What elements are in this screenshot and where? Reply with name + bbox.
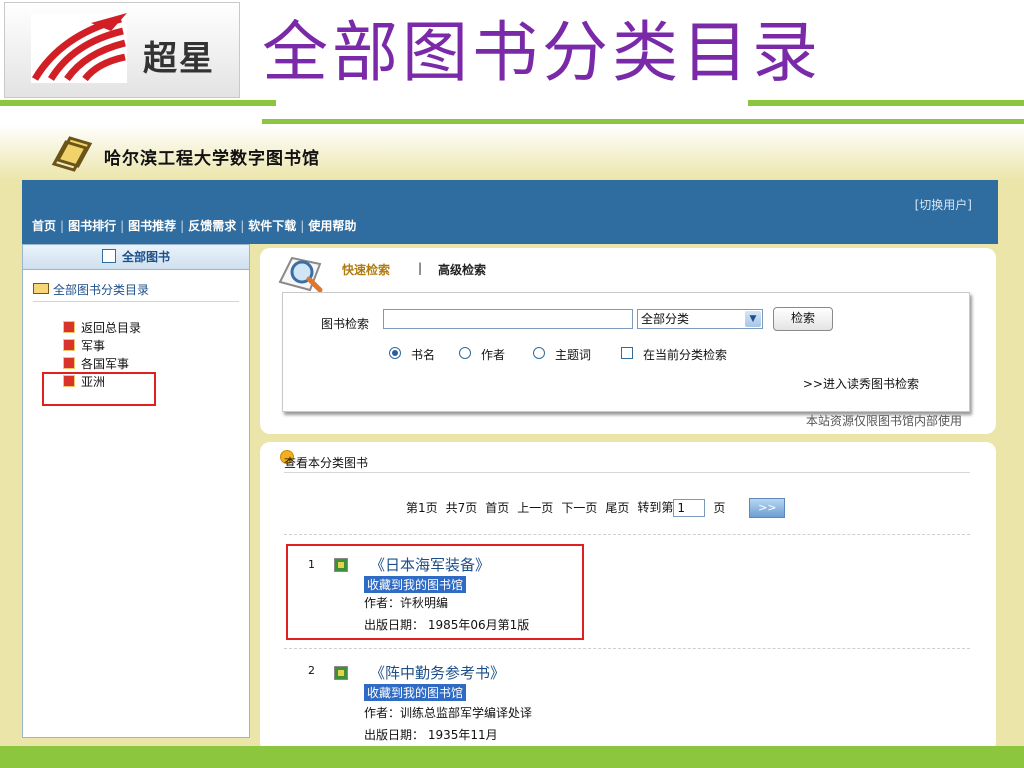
radio-title[interactable] xyxy=(389,347,401,359)
divider xyxy=(284,648,970,649)
highlight-box-asia xyxy=(42,372,156,406)
pager-first[interactable]: 首页 xyxy=(485,501,509,515)
tree-item-countries-military[interactable]: 各国军事 xyxy=(63,355,129,372)
search-panel: 快速检索 | 高级检索 图书检索 全部分类 ▼ 检索 书名 作者 主题词 在当前… xyxy=(260,248,996,434)
divider xyxy=(284,472,970,473)
book-title-link[interactable]: 《阵中勤务参考书》 xyxy=(370,662,505,683)
divider xyxy=(33,301,239,302)
magnifier-icon xyxy=(278,256,323,293)
results-panel: 查看本分类图书 第1页 共7页 首页 上一页 下一页 尾页 转到第 1 页 >> 1 《日本海军装… xyxy=(260,442,996,746)
tab-divider: | xyxy=(418,261,423,275)
sidebar-tab-all-books[interactable]: 全部图书 xyxy=(23,245,249,270)
pager-goto-prefix: 转到第 xyxy=(637,500,674,515)
pager-total: 共7页 xyxy=(445,500,478,515)
accent-bar-left xyxy=(0,100,276,106)
add-to-my-library-link[interactable]: 收藏到我的图书馆 xyxy=(364,684,467,701)
pager-last[interactable]: 尾页 xyxy=(605,501,629,515)
pagination: 第1页 共7页 首页 上一页 下一页 尾页 转到第 1 页 >> xyxy=(406,498,793,518)
site-title: 哈尔滨工程大学数字图书馆 xyxy=(104,149,320,169)
search-field-label: 图书检索 xyxy=(321,317,370,331)
library-screenshot: 哈尔滨工程大学数字图书馆 [切换用户] 首页 | 图书排行 | 图书推荐 | 反馈需求 | 软件… xyxy=(0,124,1024,746)
tree-root[interactable]: 全部图书分类目录 xyxy=(33,281,149,298)
nav-book-ranking[interactable]: 图书排行 xyxy=(68,219,116,233)
page-number-input[interactable]: 1 xyxy=(673,499,706,517)
tab-advanced-search[interactable]: 高级检索 xyxy=(438,261,486,278)
xiuread-search-link[interactable]: >>进入读秀图书检索 xyxy=(803,375,919,392)
site-usage-note: 本站资源仅限图书馆内部使用 xyxy=(805,414,962,428)
chevron-down-icon[interactable]: ▼ xyxy=(745,311,761,327)
book-author: 作者：训练总监部军学编译处译 xyxy=(364,706,533,720)
go-page-button[interactable]: >> xyxy=(749,498,786,518)
tree-item-back[interactable]: 返回总目录 xyxy=(63,319,141,336)
library-logo-icon xyxy=(51,136,93,172)
radio-author[interactable] xyxy=(459,347,471,359)
folder-open-icon xyxy=(33,283,49,294)
category-select-value: 全部分类 xyxy=(641,312,690,326)
logo-text: 超星 xyxy=(143,39,215,79)
radio-subject[interactable] xyxy=(533,347,545,359)
chaoxing-logo-panel: 超星 xyxy=(4,2,240,98)
radio-title-label: 书名 xyxy=(411,348,436,362)
bullet-icon xyxy=(63,321,75,333)
tree-item-military[interactable]: 军事 xyxy=(63,337,105,354)
radio-author-label: 作者 xyxy=(481,348,506,362)
chaoxing-logo-icon xyxy=(31,13,127,83)
highlight-box-book1 xyxy=(286,544,584,640)
nav-menu: 首页 | 图书排行 | 图书推荐 | 反馈需求 | 软件下载 | 使用帮助 xyxy=(32,219,357,233)
nav-feedback[interactable]: 反馈需求 xyxy=(188,219,236,233)
tree-item-label: 各国军事 xyxy=(81,357,130,371)
footer-accent-bar xyxy=(0,746,1024,768)
top-navbar: [切换用户] 首页 | 图书排行 | 图书推荐 | 反馈需求 | 软件下载 | 使用帮助 xyxy=(22,180,998,244)
divider xyxy=(284,534,970,535)
switch-user-link[interactable]: [切换用户] xyxy=(915,196,972,213)
pager-current: 第1页 xyxy=(406,500,438,515)
search-input[interactable] xyxy=(383,309,633,329)
bullet-icon xyxy=(63,357,75,369)
category-select[interactable]: 全部分类 ▼ xyxy=(637,309,763,329)
current-category-label: 在当前分类检索 xyxy=(643,348,728,362)
radio-subject-label: 主题词 xyxy=(555,348,592,362)
category-sidebar: 全部图书 全部图书分类目录 返回总目录 军事 各国军事 亚洲 xyxy=(22,244,250,738)
search-form: 图书检索 全部分类 ▼ 检索 书名 作者 主题词 在当前分类检索 >>进入读秀图… xyxy=(282,292,970,412)
search-button[interactable]: 检索 xyxy=(773,307,833,331)
current-category-checkbox[interactable] xyxy=(621,347,633,359)
tree-item-label: 军事 xyxy=(81,339,106,353)
pager-next[interactable]: 下一页 xyxy=(561,501,597,515)
book-icon xyxy=(101,249,116,263)
book-publish-date: 出版日期： 1935年11月 xyxy=(364,728,498,742)
slide-title: 全部图书分类目录 xyxy=(262,14,822,91)
results-heading: 查看本分类图书 xyxy=(284,456,369,470)
bullet-icon xyxy=(63,339,75,351)
nav-book-recommend[interactable]: 图书推荐 xyxy=(128,219,176,233)
book-cover-icon[interactable] xyxy=(334,666,348,680)
book-number: 2 xyxy=(308,664,315,677)
tree-item-label: 返回总目录 xyxy=(81,321,142,335)
nav-home[interactable]: 首页 xyxy=(32,219,56,233)
pager-goto-suffix: 页 xyxy=(713,500,726,515)
tree-root-label: 全部图书分类目录 xyxy=(53,283,150,297)
accent-bar-right xyxy=(748,100,1024,106)
nav-software-download[interactable]: 软件下载 xyxy=(248,219,296,233)
tab-quick-search[interactable]: 快速检索 xyxy=(342,261,390,278)
nav-help[interactable]: 使用帮助 xyxy=(308,219,356,233)
pager-prev[interactable]: 上一页 xyxy=(517,501,553,515)
site-header: 哈尔滨工程大学数字图书馆 xyxy=(0,124,1024,180)
sidebar-tab-label: 全部图书 xyxy=(121,250,170,264)
